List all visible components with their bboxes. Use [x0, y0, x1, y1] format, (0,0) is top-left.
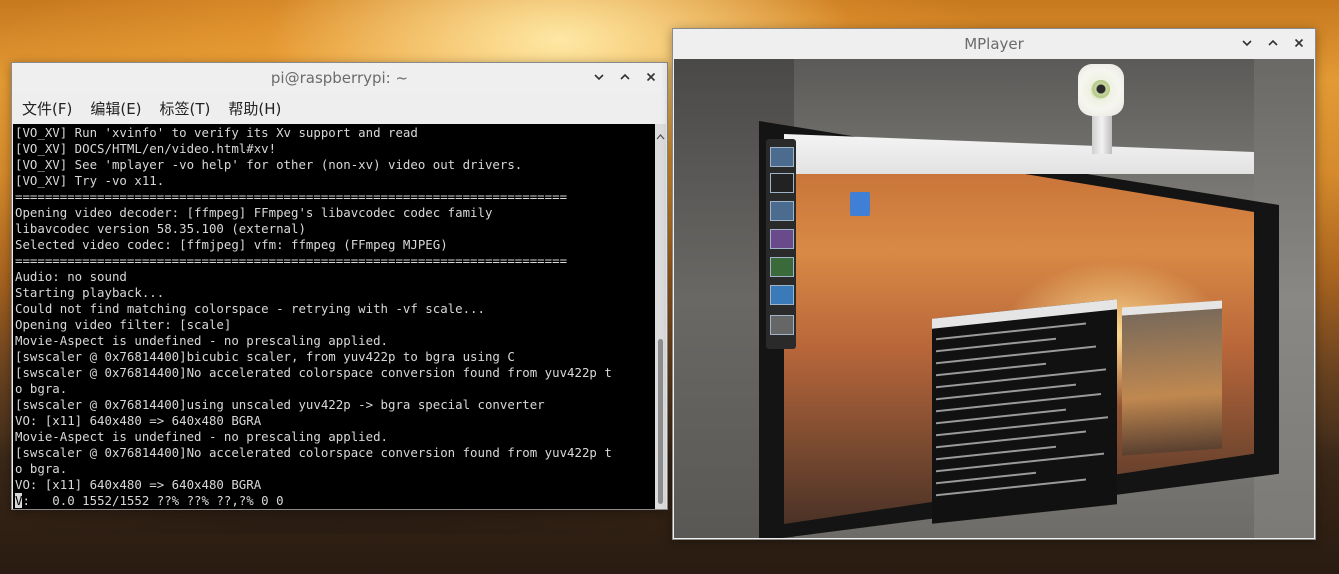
terminal-status-line: V: 0.0 1552/1552 ??% ??% ??,?% 0 0 — [15, 493, 654, 509]
terminal-menubar: 文件(F) 编辑(E) 标签(T) 帮助(H) — [12, 93, 667, 123]
close-icon[interactable] — [1291, 35, 1307, 51]
terminal-line: [swscaler @ 0x76814400]using unscaled yu… — [15, 397, 545, 412]
chevron-up-icon[interactable] — [617, 69, 633, 85]
chevron-up-icon[interactable] — [1265, 35, 1281, 51]
terminal-line: Selected video codec: [ffmjpeg] vfm: ffm… — [15, 237, 448, 252]
terminal-scrollbar[interactable] — [655, 124, 666, 509]
inner-term-line — [936, 445, 1056, 461]
menu-file[interactable]: 文件(F) — [22, 98, 72, 119]
inner-term-line — [936, 322, 1086, 341]
inner-term-line — [936, 337, 1056, 353]
terminal-line: Opening video decoder: [ffmpeg] FFmpeg's… — [15, 205, 493, 220]
video-frame[interactable] — [674, 59, 1314, 538]
video-webcam-lens — [1092, 80, 1110, 98]
terminal-status-text: : 0.0 1552/1552 ??% ??% ??,?% 0 0 — [22, 493, 284, 508]
mplayer-window[interactable]: MPlayer — [672, 28, 1316, 540]
close-icon[interactable] — [643, 69, 659, 85]
mplayer-titlebar[interactable]: MPlayer — [673, 29, 1315, 59]
chevron-down-icon[interactable] — [1239, 35, 1255, 51]
terminal-line: [swscaler @ 0x76814400]bicubic scaler, f… — [15, 349, 515, 364]
video-side-dock — [766, 139, 796, 349]
terminal-line: Opening video filter: [scale] — [15, 317, 232, 332]
menu-tabs[interactable]: 标签(T) — [160, 98, 211, 119]
video-inner-terminal — [932, 299, 1117, 524]
dock-tile — [770, 173, 794, 193]
terminal-line: [VO_XV] Run 'xvinfo' to verify its Xv su… — [15, 125, 418, 140]
video-screen-taskbar — [784, 134, 1254, 174]
terminal-text: [VO_XV] Run 'xvinfo' to verify its Xv su… — [13, 124, 656, 509]
terminal-line: VO: [x11] 640x480 => 640x480 BGRA — [15, 477, 262, 492]
dock-tile — [770, 285, 794, 305]
inner-term-line — [936, 471, 1036, 485]
terminal-line: ========================================… — [15, 189, 568, 204]
terminal-line: ========================================… — [15, 253, 568, 268]
terminal-line: libavcodec version 58.35.100 (external) — [15, 221, 306, 236]
terminal-window-controls — [591, 69, 659, 85]
dock-tile — [770, 257, 794, 277]
dock-tile — [770, 147, 794, 167]
terminal-line: Could not find matching colorspace - ret… — [15, 301, 485, 316]
terminal-line: [swscaler @ 0x76814400]No accelerated co… — [15, 445, 612, 460]
terminal-line: o bgra. — [15, 381, 68, 396]
dock-tile — [770, 229, 794, 249]
menu-help[interactable]: 帮助(H) — [228, 98, 281, 119]
terminal-line: [swscaler @ 0x76814400]No accelerated co… — [15, 365, 612, 380]
video-webcam-stand — [1092, 114, 1112, 154]
terminal-line: [VO_XV] Try -vo x11. — [15, 173, 165, 188]
menu-edit[interactable]: 编辑(E) — [90, 98, 141, 119]
terminal-line: Movie-Aspect is undefined - no prescalin… — [15, 429, 388, 444]
video-inner-mplayer — [1122, 300, 1222, 456]
terminal-line: [VO_XV] DOCS/HTML/en/video.html#xv! — [15, 141, 277, 156]
chevron-down-icon[interactable] — [591, 69, 607, 85]
dock-tile — [770, 201, 794, 221]
video-desktop-icon — [850, 192, 870, 216]
mplayer-window-controls — [1239, 35, 1307, 51]
terminal-line: Movie-Aspect is undefined - no prescalin… — [15, 333, 388, 348]
terminal-title: pi@raspberrypi: ~ — [270, 69, 409, 87]
dock-tile — [770, 315, 794, 335]
scroll-thumb[interactable] — [658, 339, 663, 504]
terminal-output[interactable]: [VO_XV] Run 'xvinfo' to verify its Xv su… — [13, 124, 656, 509]
terminal-line: Starting playback... — [15, 285, 165, 300]
scroll-up-icon[interactable] — [656, 126, 665, 140]
terminal-line: VO: [x11] 640x480 => 640x480 BGRA — [15, 413, 262, 428]
terminal-line: Audio: no sound — [15, 269, 127, 284]
terminal-line: [VO_XV] See 'mplayer -vo help' for other… — [15, 157, 523, 172]
terminal-window[interactable]: pi@raspberrypi: ~ 文件(F) 编辑(E) 标签(T) 帮助(H… — [11, 62, 668, 510]
mplayer-title: MPlayer — [964, 35, 1024, 53]
terminal-titlebar[interactable]: pi@raspberrypi: ~ — [12, 63, 667, 93]
terminal-line: o bgra. — [15, 461, 68, 476]
inner-term-line — [936, 362, 1046, 377]
